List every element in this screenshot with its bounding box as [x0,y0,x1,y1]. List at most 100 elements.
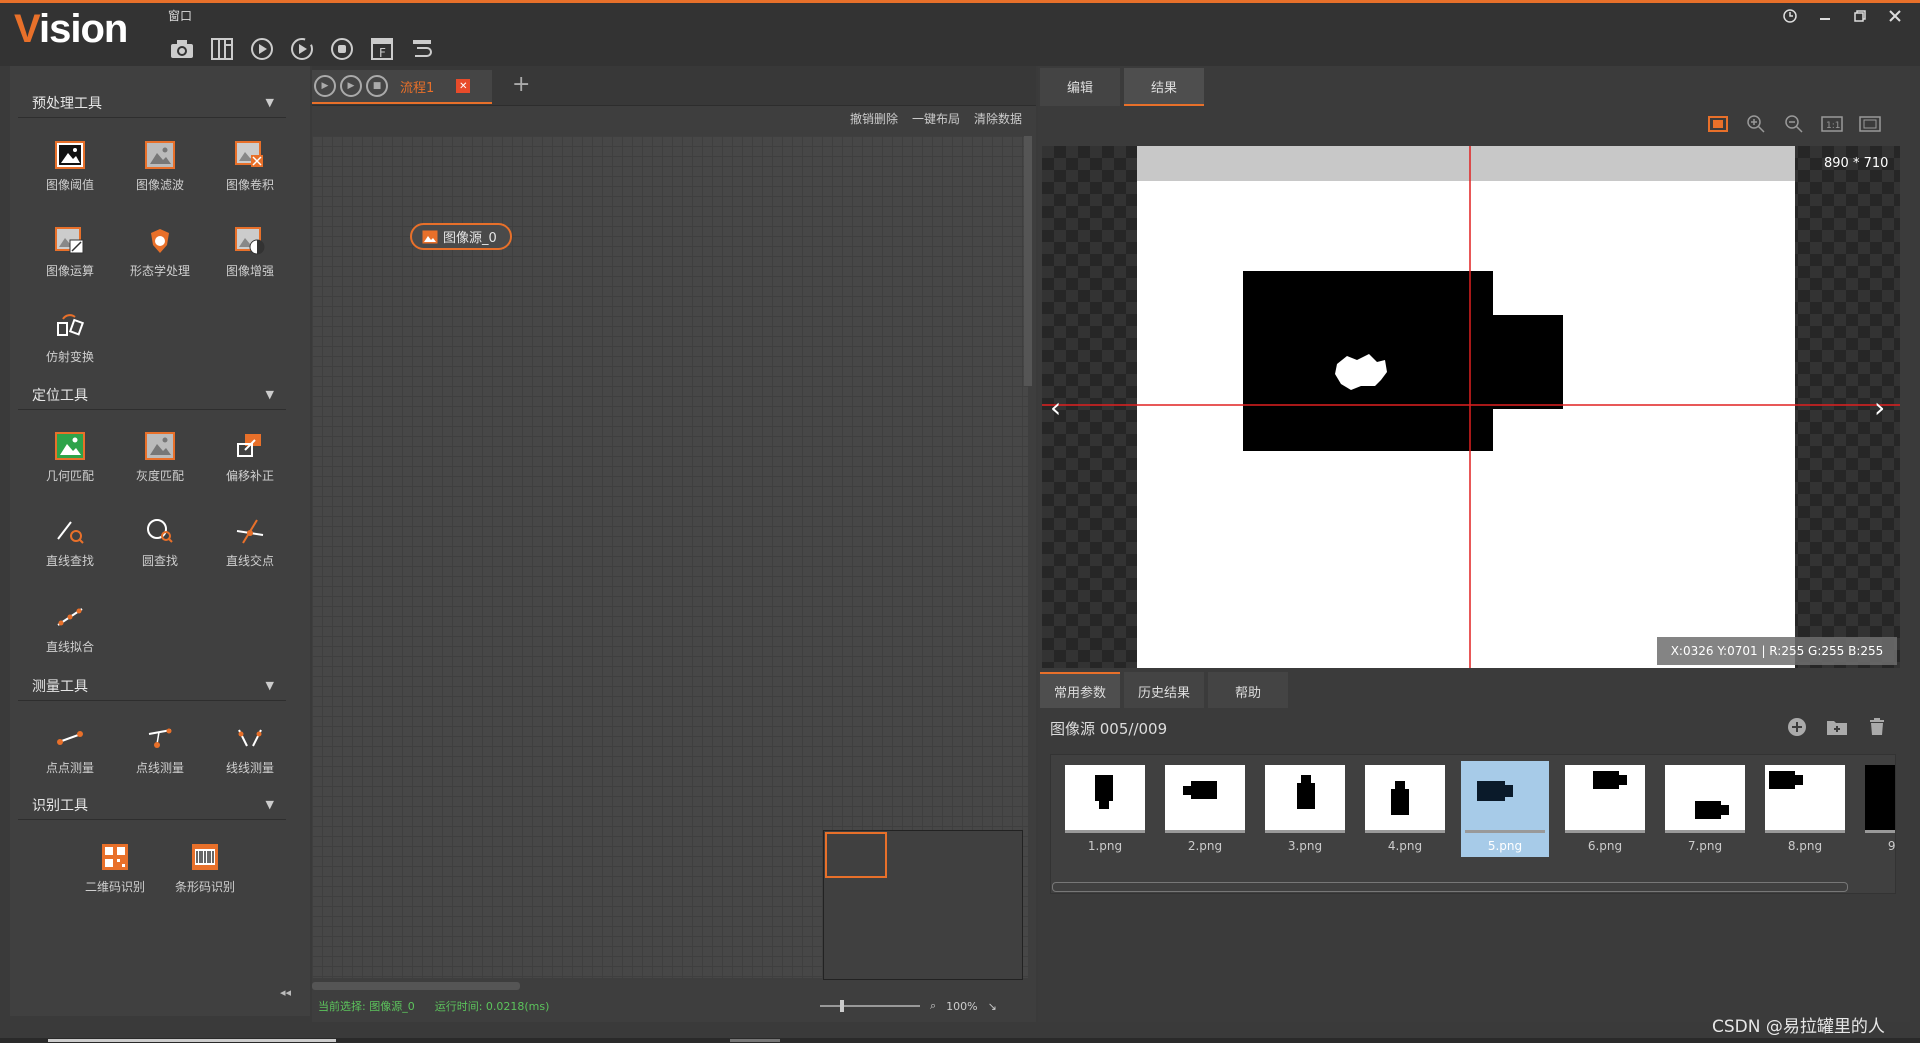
tab-edit[interactable]: 编辑 [1040,68,1120,106]
tool-image-enhance[interactable]: 图像增强 [210,220,290,290]
offset-correction-icon [233,429,267,463]
thumbnail[interactable]: 2.png [1161,761,1249,857]
result-image [1137,146,1795,668]
svg-text:F: F [379,46,386,60]
restore-icon[interactable] [1845,5,1875,27]
stop-icon[interactable] [328,35,356,63]
tool-label: 圆查找 [141,554,178,568]
tool-image-filter[interactable]: 图像滤波 [120,134,200,204]
play-once-icon[interactable] [288,35,316,63]
tool-affine-transform[interactable]: 仿射变换 [30,306,110,376]
font-icon[interactable]: F [368,35,396,63]
point-point-measure-icon [53,721,87,755]
section-positioning[interactable]: 定位工具 ▼ [18,380,286,410]
section-measurement[interactable]: 测量工具 ▼ [18,671,286,701]
close-icon[interactable] [1880,5,1910,27]
flow-tab[interactable]: ▶ ▶ ■ 流程1 ✕ [312,70,492,104]
tool-circle-find[interactable]: 圆查找 [120,510,200,580]
tool-barcode[interactable]: 条形码识别 [165,836,245,906]
tool-line-find[interactable]: 直线查找 [30,510,110,580]
chevron-down-icon: ▼ [265,798,274,811]
thumbnail[interactable]: 3.png [1261,761,1349,857]
tool-geometric-match[interactable]: 几何匹配 [30,425,110,495]
close-tab-icon[interactable]: ✕ [456,79,471,93]
clock-icon[interactable] [1775,5,1805,27]
minimize-icon[interactable] [1810,5,1840,27]
thumbnail-image [1165,765,1245,833]
chevron-down-icon: ▼ [265,679,274,692]
next-image-arrow[interactable]: › [1874,391,1885,424]
add-tab-button[interactable]: + [512,72,530,97]
zoom-in-icon[interactable] [1744,112,1768,136]
fullscreen-icon[interactable] [1858,112,1882,136]
delete-icon[interactable] [1866,716,1888,738]
tool-image-operation[interactable]: 图像运算 [30,220,110,290]
stop-icon[interactable]: ■ [366,75,388,97]
menu-window[interactable]: 窗口 [168,7,192,24]
image-convolution-icon [233,138,267,172]
tool-label: 形态学处理 [129,264,190,278]
camera-icon[interactable] [168,35,196,63]
thumbnail[interactable]: 6.png [1561,761,1649,857]
tool-point-point-measure[interactable]: 点点测量 [30,717,110,787]
auto-layout-button[interactable]: 一键布局 [912,110,960,132]
run-icon[interactable]: ▶ [314,75,336,97]
run-once-icon[interactable]: ▶ [340,75,362,97]
minimap[interactable] [823,830,1023,980]
zoom-out-icon[interactable] [1782,112,1806,136]
tool-label: 图像卷积 [225,178,274,192]
thumbnail-scrollbar[interactable] [1052,882,1848,892]
tool-line-line-measure[interactable]: 线线测量 [210,717,290,787]
tab-history[interactable]: 历史结果 [1124,672,1204,708]
flow-node-image-source[interactable]: 图像源_0 [410,223,512,250]
tool-image-threshold[interactable]: 图像阈值 [30,134,110,204]
tab-result[interactable]: 结果 [1124,68,1204,106]
canvas-horizontal-scrollbar[interactable] [312,982,520,990]
tool-label: 点点测量 [45,761,94,775]
thumbnail[interactable]: 7.png [1661,761,1749,857]
tool-offset-correction[interactable]: 偏移补正 [210,425,290,495]
add-icon[interactable] [1786,716,1808,738]
tool-qrcode[interactable]: 二维码识别 [75,836,155,906]
collapse-panel-button[interactable]: ◂◂ [280,986,291,999]
result-tabs: 编辑 结果 [1040,68,1208,106]
section-title: 定位工具 [32,387,88,404]
add-folder-icon[interactable] [1826,716,1848,738]
play-icon[interactable] [248,35,276,63]
tool-line-fit[interactable]: 直线拟合 [30,596,110,666]
undo-delete-button[interactable]: 撤销删除 [850,110,898,132]
resize-grip-icon[interactable]: ↘ [988,1000,997,1013]
minimap-viewport[interactable] [825,832,887,878]
thumbnail[interactable]: 4.png [1361,761,1449,857]
tool-morphology[interactable]: 形态学处理 [120,220,200,290]
return-icon[interactable] [408,35,436,63]
tool-gray-match[interactable]: 灰度匹配 [120,425,200,495]
fit-view-icon[interactable] [1706,112,1730,136]
flow-actions: 撤销删除 一键布局 清除数据 [312,110,1026,132]
tool-line-intersection[interactable]: 直线交点 [210,510,290,580]
tool-point-line-measure[interactable]: 点线测量 [120,717,200,787]
zoom-search-icon[interactable]: ⌕ [930,999,936,1013]
thumbnail-image [1265,765,1345,833]
canvas-vertical-scrollbar[interactable] [1024,136,1032,386]
actual-size-icon[interactable]: 1:1 [1820,112,1844,136]
title-bar: Vision 窗口 F [0,0,1920,66]
section-preprocessing[interactable]: 预处理工具 ▼ [18,88,286,118]
tab-common-params[interactable]: 常用参数 [1040,672,1120,708]
zoom-slider[interactable] [820,1000,920,1012]
clear-data-button[interactable]: 清除数据 [974,110,1022,132]
thumbnail[interactable]: 8.png [1761,761,1849,857]
tool-label: 灰度匹配 [135,469,184,483]
thumbnail-label: 3.png [1287,839,1323,853]
line-find-icon [53,514,87,548]
thumbnail[interactable]: 9.png [1861,761,1895,857]
prev-image-arrow[interactable]: ‹ [1050,391,1061,424]
source-name: 图像源 005//009 [1050,720,1168,738]
thumbnail[interactable]: 1.png [1061,761,1149,857]
image-viewer[interactable]: 890 * 710 ‹ › X:0326 Y:0701 | R:255 G:25… [1042,146,1900,668]
columns-icon[interactable] [208,35,236,63]
thumbnail-selected[interactable]: 5.png [1461,761,1549,857]
section-recognition[interactable]: 识别工具 ▼ [18,790,286,820]
tab-help[interactable]: 帮助 [1208,672,1288,708]
tool-image-convolution[interactable]: 图像卷积 [210,134,290,204]
